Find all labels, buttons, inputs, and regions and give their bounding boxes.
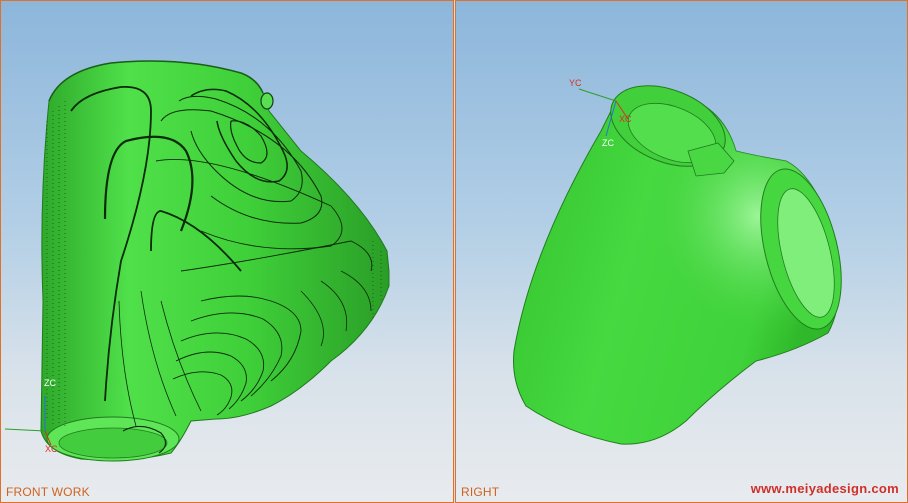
- viewport-label-front-work: FRONT WORK: [6, 485, 90, 499]
- axis-label-zc: ZC: [44, 378, 56, 388]
- watermark-text: www.meiyadesign.com: [750, 481, 899, 496]
- viewport-front-work[interactable]: ZC XC FRONT WORK: [0, 0, 454, 503]
- lateral-tee-right-model[interactable]: YC ZC XC: [456, 1, 908, 503]
- axis-label-xc: XC: [619, 114, 632, 124]
- axis-label-yc: YC: [569, 78, 582, 88]
- boss-detail: [260, 92, 274, 110]
- viewport-frame: ZC XC FRONT WORK YC ZC XC RIGHT www.meiy…: [0, 0, 908, 503]
- bottom-opening-inner: [58, 427, 168, 459]
- axis-label-xc: XC: [45, 444, 58, 454]
- tee-body-front: [40, 60, 390, 461]
- viewport-right[interactable]: YC ZC XC RIGHT www.meiyadesign.com: [455, 0, 908, 503]
- viewport-label-right: RIGHT: [461, 485, 500, 499]
- lateral-tee-front-model[interactable]: ZC XC: [1, 1, 454, 503]
- axis-label-zc: ZC: [602, 138, 614, 148]
